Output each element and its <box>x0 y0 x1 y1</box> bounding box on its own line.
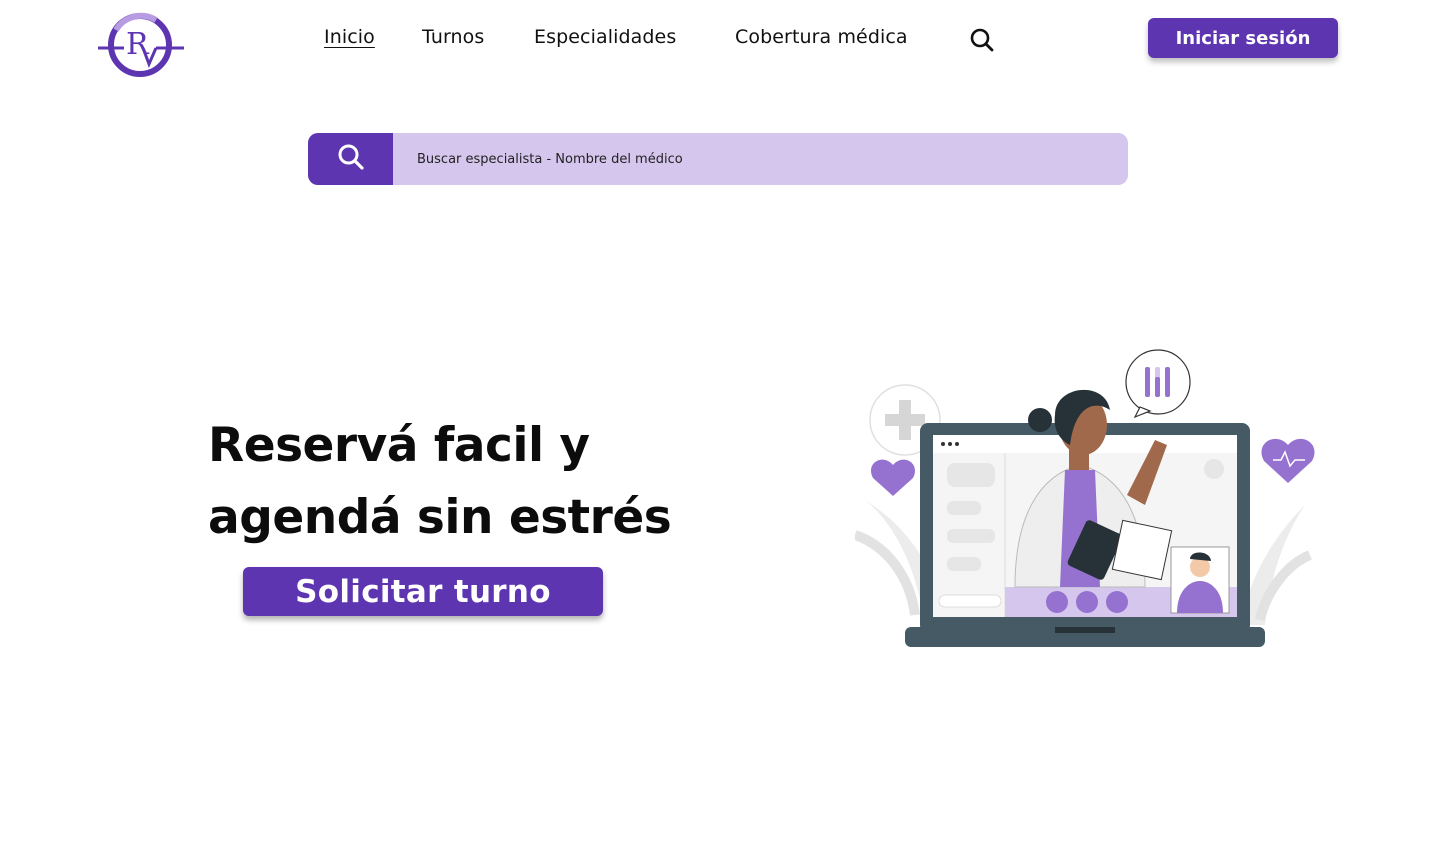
request-appointment-button[interactable]: Solicitar turno <box>243 567 603 616</box>
nav-link-cobertura-medica[interactable]: Cobertura médica <box>735 26 908 48</box>
nav-search-icon[interactable] <box>968 26 996 54</box>
search-submit-button[interactable] <box>308 133 393 185</box>
hero-title-line-1: Reservá facil y <box>208 418 590 473</box>
login-button[interactable]: Iniciar sesión <box>1148 18 1338 58</box>
specialist-search-input[interactable] <box>393 133 1128 185</box>
search-icon <box>336 142 366 176</box>
hero-title-line-2: agendá sin estrés <box>208 490 672 545</box>
telemedicine-illustration <box>853 345 1315 650</box>
logo[interactable]: R <box>96 10 186 80</box>
nav-link-inicio[interactable]: Inicio <box>324 26 375 48</box>
nav-link-especialidades[interactable]: Especialidades <box>534 26 676 48</box>
hero-title: Reservá facil y agendá sin estrés <box>208 410 678 554</box>
nav-link-turnos[interactable]: Turnos <box>422 26 484 48</box>
specialist-search-bar <box>308 133 1128 185</box>
